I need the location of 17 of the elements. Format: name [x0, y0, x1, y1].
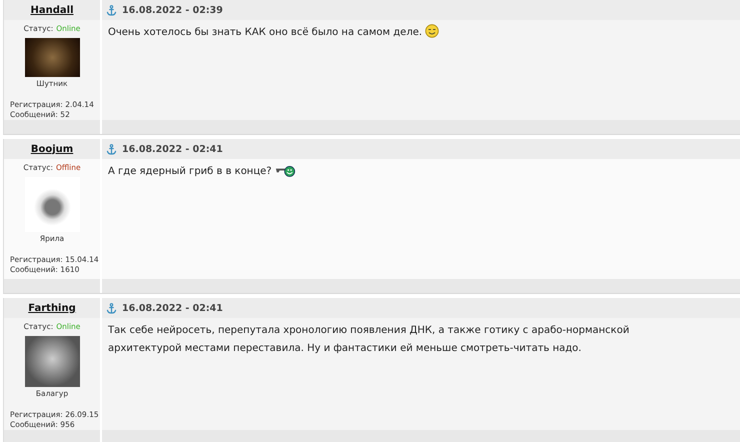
avatar-placeholder [24, 38, 80, 77]
avatar-placeholder [24, 177, 80, 232]
post-date: 16.08.2022 - 02:39 [122, 4, 223, 16]
anchor-icon[interactable] [106, 4, 117, 16]
anchor-icon[interactable] [106, 144, 117, 154]
post-text: Так себе нейросеть, перепутала хронологию появления ДНК, а также готику с арабо-норманской архитектурой местами переставила. Ну и фантастики ей меньше смотреть-читать надо. [108, 325, 630, 354]
author-link[interactable]: Boojum [30, 144, 74, 154]
avatar-placeholder [24, 336, 80, 387]
author-link[interactable]: Farthing [28, 302, 76, 314]
post-date: 16.08.2022 - 02:41 [122, 144, 223, 154]
author-link[interactable]: Handall [30, 4, 74, 16]
smiley-icon [425, 24, 440, 38]
smiley-with-gun-icon [274, 164, 297, 177]
post-text: А где ядерный гриб в в конце? [108, 166, 272, 177]
anchor-icon[interactable] [106, 302, 117, 314]
post-date: 16.08.2022 - 02:41 [122, 302, 223, 314]
post-text: Очень хотелось бы знать КАК оно всё было на самом деле. [108, 27, 422, 38]
